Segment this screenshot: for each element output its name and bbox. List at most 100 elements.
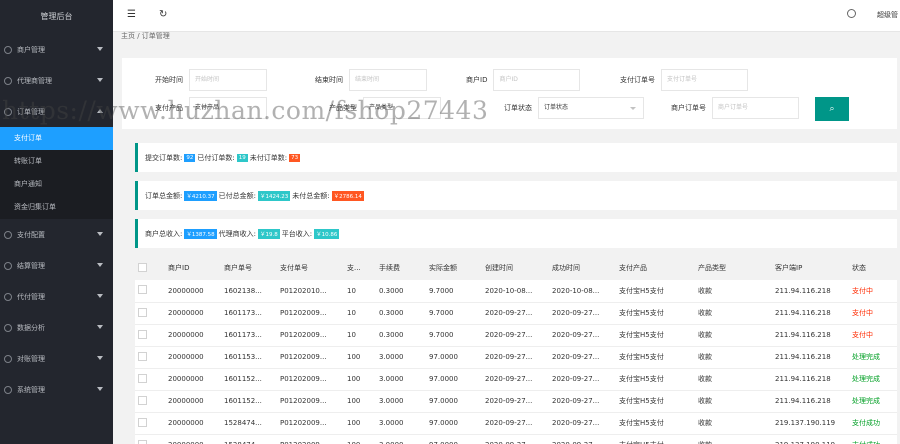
nav-item-analytics[interactable]: 数据分析 bbox=[0, 312, 113, 343]
table-cell: 收款 bbox=[695, 346, 772, 369]
end-time-input[interactable]: 结束时间 bbox=[349, 69, 427, 91]
table-cell: 97.0000 bbox=[426, 390, 482, 413]
table-cell: 2020-09-27... bbox=[549, 302, 616, 325]
gear-icon bbox=[4, 230, 12, 239]
start-time-input[interactable]: 开始时间 bbox=[189, 69, 267, 91]
table-cell: 100 bbox=[344, 434, 376, 444]
row-select-cell[interactable] bbox=[135, 434, 165, 444]
col-header: 手续费 bbox=[376, 256, 426, 280]
table-cell: 20000000 bbox=[165, 302, 221, 325]
nav-item-reconcile[interactable]: 对账管理 bbox=[0, 343, 113, 374]
order-status-select[interactable]: 订单状态 bbox=[538, 97, 644, 119]
table-cell: 211.94.116.218 bbox=[772, 280, 849, 303]
table-row[interactable]: 20000000 1601173... P01202009... 10 0.3000 9.… bbox=[135, 324, 897, 347]
product-label: 支付产品 bbox=[155, 104, 183, 112]
row-checkbox[interactable] bbox=[138, 373, 147, 383]
select-all-cell[interactable] bbox=[135, 256, 165, 280]
circle-icon bbox=[4, 45, 12, 54]
search-button[interactable]: ⌕ bbox=[815, 97, 849, 121]
nav-item-agent[interactable]: 代理商管理 bbox=[0, 65, 113, 96]
table-cell: 100 bbox=[344, 346, 376, 369]
row-checkbox[interactable] bbox=[138, 439, 147, 444]
table-cell: 收款 bbox=[695, 412, 772, 435]
row-select-cell[interactable] bbox=[135, 412, 165, 435]
table-cell: 支付宝H5支付 bbox=[616, 280, 695, 303]
table-cell: 20000000 bbox=[165, 368, 221, 391]
col-header: 创建时间 bbox=[482, 256, 549, 280]
table-cell: 2020-09-27... bbox=[482, 390, 549, 413]
nav-item-settle[interactable]: 结算管理 bbox=[0, 250, 113, 281]
row-select-cell[interactable] bbox=[135, 324, 165, 347]
submitted-label: 提交订单数: bbox=[145, 153, 183, 162]
table-row[interactable]: 20000000 1601152... P01202009... 100 3.0000 9… bbox=[135, 368, 897, 391]
paid-badge: 19 bbox=[236, 153, 248, 162]
settings-icon bbox=[4, 385, 12, 394]
theme-icon[interactable] bbox=[847, 9, 856, 18]
menu-toggle-icon[interactable]: ☰ bbox=[127, 9, 136, 20]
table-cell: 20000000 bbox=[165, 390, 221, 413]
product-type-select[interactable]: 产品类型 bbox=[363, 97, 441, 119]
table-cell: 支付宝H5支付 bbox=[616, 324, 695, 347]
nav-item-merchant[interactable]: 商户管理 bbox=[0, 34, 113, 65]
breadcrumb: 主页 / 订单管理 bbox=[121, 32, 170, 40]
nav-item-payout[interactable]: 代付管理 bbox=[0, 281, 113, 312]
row-checkbox[interactable] bbox=[138, 351, 147, 361]
table-cell: 211.94.116.218 bbox=[772, 302, 849, 325]
pay-order-no-input[interactable]: 支付订单号 bbox=[661, 69, 748, 91]
row-select-cell[interactable] bbox=[135, 390, 165, 413]
row-select-cell[interactable] bbox=[135, 368, 165, 391]
table-row[interactable]: 20000000 1601173... P01202009... 10 0.3000 9.… bbox=[135, 302, 897, 325]
row-select-cell[interactable] bbox=[135, 280, 165, 303]
row-checkbox[interactable] bbox=[138, 307, 147, 317]
table-row[interactable]: 20000000 1602138... P01202010... 10 0.3000 9.… bbox=[135, 280, 897, 303]
table-cell: P01202010... bbox=[277, 280, 344, 303]
row-checkbox[interactable] bbox=[138, 329, 147, 339]
table-header-row: 商户ID 商户单号 支付单号 支... 手续费 实际金额 创建时间 成功时间 支… bbox=[135, 256, 897, 280]
merchant-id-input[interactable]: 商户ID bbox=[493, 69, 581, 91]
nav-label: 订单管理 bbox=[17, 107, 45, 116]
table-cell: 20000000 bbox=[165, 280, 221, 303]
chevron-down-icon bbox=[97, 78, 103, 82]
order-table: 商户ID 商户单号 支付单号 支... 手续费 实际金额 创建时间 成功时间 支… bbox=[135, 256, 897, 444]
table-cell: 211.94.116.218 bbox=[772, 346, 849, 369]
nav-item-system[interactable]: 系统管理 bbox=[0, 374, 113, 405]
table-cell: 2020-10-08... bbox=[482, 280, 549, 303]
table-cell: 9.7000 bbox=[426, 324, 482, 347]
table-row[interactable]: 200000001528474...P01202009...1003.00009… bbox=[135, 434, 897, 444]
select-all-checkbox[interactable] bbox=[138, 262, 147, 272]
chevron-up-icon bbox=[97, 109, 103, 113]
nav-item-order[interactable]: 订单管理 bbox=[0, 96, 113, 127]
subnav: 支付订单 转账订单 商户通知 资金归集订单 bbox=[0, 127, 113, 219]
table-row[interactable]: 200000001528474...P01202009...1003.00009… bbox=[135, 412, 897, 435]
table-cell: 100 bbox=[344, 412, 376, 435]
table-cell: 2020-09-27... bbox=[549, 412, 616, 435]
merchant-order-no-input[interactable]: 商户订单号 bbox=[712, 97, 799, 119]
table-row[interactable]: 20000000 1601152... P01202009... 100 3.0000 9… bbox=[135, 390, 897, 413]
col-header: 成功时间 bbox=[549, 256, 616, 280]
status-cell: 支付中 bbox=[849, 302, 897, 325]
subnav-pay-order[interactable]: 支付订单 bbox=[0, 127, 113, 150]
nav-label: 代理商管理 bbox=[17, 76, 52, 85]
row-select-cell[interactable] bbox=[135, 346, 165, 369]
nav-label: 商户管理 bbox=[17, 45, 45, 54]
table-cell: 0.3000 bbox=[376, 302, 426, 325]
col-header: 产品类型 bbox=[695, 256, 772, 280]
merchant-income-label: 商户总收入: bbox=[145, 229, 183, 238]
nav-item-pay-config[interactable]: 支付配置 bbox=[0, 219, 113, 250]
subnav-merchant-notify[interactable]: 商户通知 bbox=[0, 173, 113, 196]
table-row[interactable]: 20000000 1601153... P01202009... 100 3.0000 9… bbox=[135, 346, 897, 369]
row-select-cell[interactable] bbox=[135, 302, 165, 325]
refresh-icon[interactable]: ↻ bbox=[159, 9, 167, 20]
product-select[interactable]: 支付产品 bbox=[189, 97, 267, 119]
unpaid-badge: 73 bbox=[289, 153, 301, 162]
user-menu[interactable]: 超级管 bbox=[877, 10, 898, 20]
chevron-down-icon bbox=[97, 356, 103, 360]
filter-panel: 开始时间 开始时间 结束时间 结束时间 商户ID 商户ID 支付订单号 支付订单… bbox=[122, 58, 897, 129]
row-checkbox[interactable] bbox=[138, 285, 147, 295]
subnav-fund-collect[interactable]: 资金归集订单 bbox=[0, 196, 113, 219]
subnav-transfer-order[interactable]: 转账订单 bbox=[0, 150, 113, 173]
row-checkbox[interactable] bbox=[138, 395, 147, 405]
row-checkbox[interactable] bbox=[138, 417, 147, 427]
table-cell: 20000000 bbox=[165, 346, 221, 369]
chevron-down-icon bbox=[97, 387, 103, 391]
